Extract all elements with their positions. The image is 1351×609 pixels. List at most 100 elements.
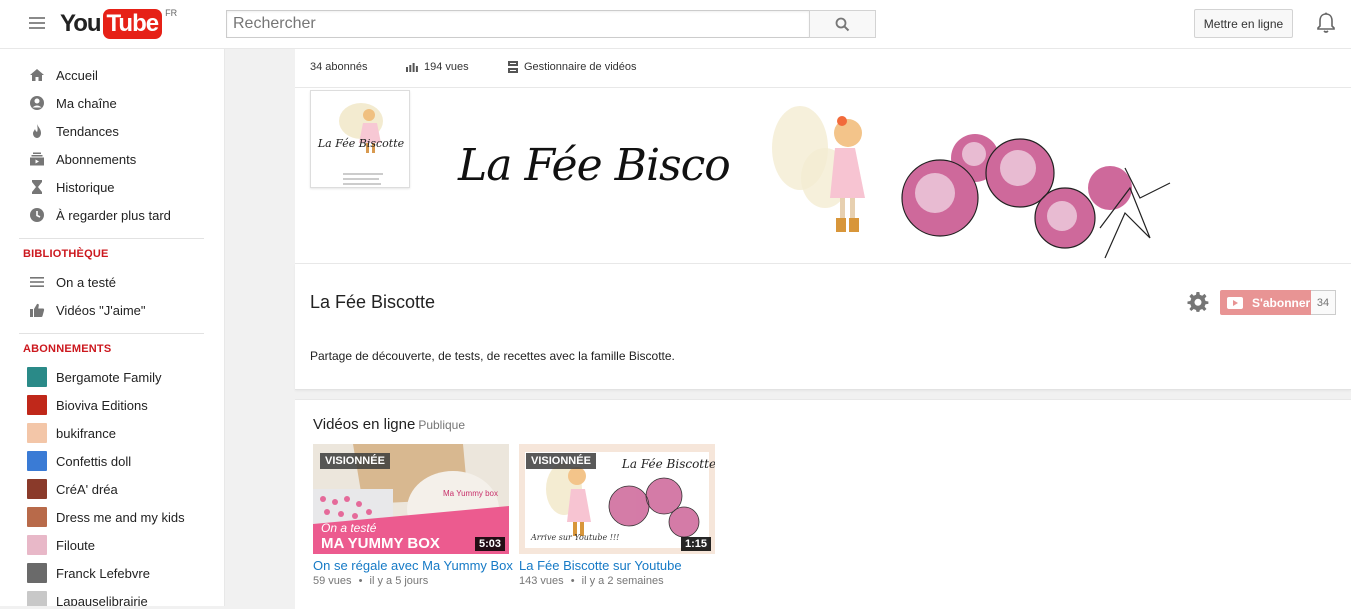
clock-icon xyxy=(29,207,45,223)
video-manager-link[interactable]: Gestionnaire de vidéos xyxy=(508,61,637,73)
channel-avatar xyxy=(27,367,47,387)
thumbnail-brand: Ma Yummy box xyxy=(443,489,498,498)
channel-avatar xyxy=(27,535,47,555)
sidebar-sub-crea-drea[interactable]: CréA' dréa xyxy=(0,475,224,503)
gear-icon[interactable] xyxy=(1187,291,1209,318)
video-views: 143 vues xyxy=(519,575,564,587)
video-duration: 1:15 xyxy=(680,537,711,551)
sidebar-item-label: CréA' dréa xyxy=(56,481,118,497)
video-meta: 143 vues • il y a 2 semaines xyxy=(519,575,664,587)
video-card[interactable]: La Fée Biscotte Arrive sur Youtube !!! V… xyxy=(519,444,715,587)
sidebar-sub-lapauselibrairie[interactable]: Lapauselibrairie xyxy=(0,587,224,607)
view-count: 194 vues xyxy=(406,61,469,73)
sidebar-item-label: Franck Lefebvre xyxy=(56,565,150,581)
sidebar-sub-bergamote-family[interactable]: Bergamote Family xyxy=(0,363,224,391)
search-input[interactable]: Rechercher xyxy=(226,10,809,38)
channel-description: Partage de découverte, de tests, de rece… xyxy=(310,349,675,363)
sidebar-sub-bioviva-editions[interactable]: Bioviva Editions xyxy=(0,391,224,419)
channel-stats-bar: 34 abonnés 194 vues Gestionnaire de vidé… xyxy=(295,49,1351,88)
sidebar-item-label: Tendances xyxy=(56,123,119,139)
subscribe-button[interactable]: S'abonner xyxy=(1220,290,1311,315)
sidebar-sub-bukifrance[interactable]: bukifrance xyxy=(0,419,224,447)
channel-name: La Fée Biscotte xyxy=(310,292,436,312)
sidebar-item-label: On a testé xyxy=(56,274,116,290)
sidebar-item-history[interactable]: Historique xyxy=(0,173,224,201)
sidebar-item-label: Ma chaîne xyxy=(56,95,117,111)
youtube-logo[interactable]: You Tube FR xyxy=(60,8,178,39)
thumbs-up-icon xyxy=(29,302,45,318)
channel-banner: La Fée Biscotte La Fée Biscotte xyxy=(295,88,1351,264)
sidebar-sub-filoute[interactable]: Filoute xyxy=(0,531,224,559)
banner-artwork xyxy=(730,88,1190,263)
sidebar-item-playlist[interactable]: On a testé xyxy=(0,268,224,296)
sidebar-sub-dress-me[interactable]: Dress me and my kids xyxy=(0,503,224,531)
thumbnail-caption-2: MA YUMMY BOX xyxy=(321,535,440,552)
flame-icon xyxy=(29,123,45,139)
sidebar-item-label: Lapauselibrairie xyxy=(56,593,148,607)
sidebar-item-label: Vidéos "J'aime" xyxy=(56,302,146,318)
video-meta: 59 vues • il y a 5 jours xyxy=(313,575,428,587)
sidebar-item-label: Filoute xyxy=(56,537,96,553)
uploaded-videos-section: Vidéos en ligne Publique On a testé MA YU… xyxy=(295,399,1351,609)
sidebar-item-subscriptions[interactable]: Abonnements xyxy=(0,145,224,173)
video-title-link[interactable]: La Fée Biscotte sur Youtube xyxy=(519,558,682,573)
channel-avatar-large[interactable]: La Fée Biscotte xyxy=(310,90,410,188)
channel-avatar xyxy=(27,395,47,415)
view-count-label: 194 vues xyxy=(424,61,469,73)
search-button[interactable] xyxy=(809,10,876,38)
video-title-link[interactable]: On se régale avec Ma Yummy Box xyxy=(313,558,513,573)
sidebar-item-home[interactable]: Accueil xyxy=(0,61,224,89)
thumbnail-caption-2: Arrive sur Youtube !!! xyxy=(530,533,619,542)
meta-dot: • xyxy=(358,575,363,587)
meta-dot: • xyxy=(570,575,575,587)
thumbnail-caption-1: La Fée Biscotte xyxy=(621,457,715,471)
upload-button[interactable]: Mettre en ligne xyxy=(1194,9,1293,38)
menu-icon[interactable] xyxy=(29,17,45,31)
library-section-title: BIBLIOTHÈQUE xyxy=(23,248,109,260)
channel-avatar xyxy=(27,563,47,583)
sidebar-item-label: Accueil xyxy=(56,67,98,83)
section-visibility: Publique xyxy=(418,418,466,432)
video-age: il y a 2 semaines xyxy=(581,575,664,587)
sidebar-sub-confettis-doll[interactable]: Confettis doll xyxy=(0,447,224,475)
subscriptions-icon xyxy=(29,151,45,167)
section-heading: Vidéos en ligne Publique xyxy=(313,416,465,433)
watched-badge: VISIONNÉE xyxy=(526,453,596,469)
thumbnail-caption-1: On a testé xyxy=(321,521,377,535)
sidebar-item-label: À regarder plus tard xyxy=(56,207,171,223)
sidebar-item-label: bukifrance xyxy=(56,425,116,441)
logo-you: You xyxy=(60,10,102,37)
top-bar: You Tube FR Rechercher Mettre en ligne xyxy=(0,0,1351,49)
sidebar-item-liked-videos[interactable]: Vidéos "J'aime" xyxy=(0,296,224,324)
youtube-play-icon xyxy=(1227,296,1243,309)
channel-avatar xyxy=(27,479,47,499)
subscribe-count: 34 xyxy=(1311,290,1336,315)
country-code: FR xyxy=(165,8,178,18)
subscribe-label: S'abonner xyxy=(1252,295,1311,310)
channel-avatar xyxy=(27,451,47,471)
video-thumbnail[interactable]: On a testé MA YUMMY BOX Ma Yummy box VIS… xyxy=(313,444,509,554)
guide-sidebar: Accueil Ma chaîne Tendances Abonnements … xyxy=(0,49,225,606)
home-icon xyxy=(29,67,45,83)
video-duration: 5:03 xyxy=(474,537,505,551)
subscriber-count: 34 abonnés xyxy=(310,61,368,73)
avatar-title-text: La Fée Biscotte xyxy=(317,137,405,150)
subscriptions-section-title: ABONNEMENTS xyxy=(23,343,112,355)
channel-avatar xyxy=(27,423,47,443)
notifications-icon[interactable] xyxy=(1316,12,1336,39)
video-thumbnail[interactable]: La Fée Biscotte Arrive sur Youtube !!! V… xyxy=(519,444,715,554)
sidebar-item-watch-later[interactable]: À regarder plus tard xyxy=(0,201,224,229)
divider xyxy=(19,238,204,239)
sidebar-item-label: Historique xyxy=(56,179,115,195)
channel-avatar xyxy=(27,507,47,527)
sidebar-item-trending[interactable]: Tendances xyxy=(0,117,224,145)
playlist-icon xyxy=(29,274,45,290)
sidebar-sub-franck-lefebvre[interactable]: Franck Lefebvre xyxy=(0,559,224,587)
video-manager-label: Gestionnaire de vidéos xyxy=(524,61,637,73)
divider xyxy=(19,333,204,334)
sidebar-item-my-channel[interactable]: Ma chaîne xyxy=(0,89,224,117)
section-title[interactable]: Vidéos en ligne xyxy=(313,416,415,433)
sidebar-item-label: Confettis doll xyxy=(56,453,132,469)
sidebar-item-label: Dress me and my kids xyxy=(56,509,185,525)
video-card[interactable]: On a testé MA YUMMY BOX Ma Yummy box VIS… xyxy=(313,444,513,587)
